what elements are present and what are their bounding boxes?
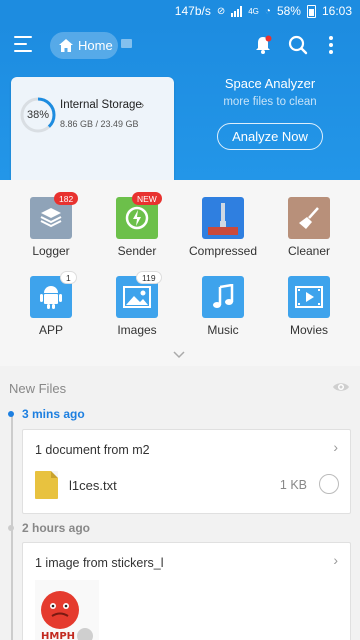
sticker-text: HMPH — [41, 631, 76, 640]
category-app[interactable]: 1 APP — [16, 259, 86, 337]
chevron-right-icon: › — [140, 97, 145, 112]
home-label: Home — [78, 38, 113, 53]
home-icon — [59, 39, 73, 52]
chevron-right-icon[interactable]: › — [333, 552, 338, 568]
category-label: Logger — [32, 244, 70, 258]
sticker-thumbnail[interactable]: HMPH — [35, 580, 99, 640]
category-label: Music — [207, 323, 239, 337]
badge-count: 119 — [136, 271, 162, 284]
badge-count: 1 — [60, 271, 77, 284]
category-label: Sender — [117, 244, 157, 258]
internal-storage-card[interactable]: 38% Internal Storage › 8.86 GB / 23.49 G… — [11, 77, 174, 186]
txt-file-icon — [35, 471, 58, 499]
group-time: 2 hours ago — [22, 521, 91, 535]
vibrate-icon: ⊘ — [216, 5, 226, 17]
analyzer-subtitle: more files to clean — [223, 96, 317, 108]
toolbar: Home — [0, 22, 360, 68]
battery-icon — [306, 4, 316, 18]
file-group-card[interactable]: 1 image from stickers_l › HMPH — [22, 542, 351, 640]
select-checkbox[interactable] — [319, 474, 339, 494]
clock: 16:03 — [321, 4, 352, 18]
category-grid: 182 Logger NEW Sender Compressed Cleaner… — [0, 180, 360, 366]
file-name[interactable]: l1ces.txt — [69, 478, 117, 493]
category-compressed[interactable]: Compressed — [188, 180, 258, 258]
signal-icon — [231, 5, 243, 17]
network-type: 4G — [248, 6, 259, 16]
analyze-now-button[interactable]: Analyze Now — [217, 123, 323, 150]
header: Home 38% Internal Storage › 8.86 GB / 23… — [0, 22, 360, 186]
search-icon[interactable] — [287, 34, 309, 56]
chevron-down-icon[interactable] — [172, 350, 186, 360]
movie-icon — [288, 276, 330, 318]
chat-icon[interactable] — [121, 39, 132, 48]
category-label: Compressed — [188, 244, 258, 258]
broom-icon — [288, 197, 330, 239]
badge-count: 182 — [54, 192, 79, 205]
storage-title: Internal Storage — [60, 99, 142, 111]
storage-percent: 38% — [26, 109, 50, 121]
music-icon — [202, 276, 244, 318]
analyzer-title: Space Analyzer — [224, 76, 316, 91]
category-label: APP — [38, 323, 63, 337]
zip-icon — [202, 197, 244, 239]
card-title: 1 image from stickers_l — [35, 556, 164, 570]
category-label: Images — [117, 323, 157, 337]
category-logger[interactable]: 182 Logger — [16, 180, 86, 258]
home-button[interactable]: Home — [50, 32, 118, 59]
eye-icon[interactable] — [332, 380, 350, 394]
network-speed: 147b/s — [174, 4, 211, 18]
wifi-icon: ◔ — [264, 5, 271, 17]
storage-size: 8.86 GB / 23.49 GB — [60, 119, 139, 129]
file-group-card[interactable]: 1 document from m2 › l1ces.txt 1 KB — [22, 429, 351, 514]
group-time: 3 mins ago — [22, 407, 85, 421]
category-label: Movies — [289, 323, 328, 337]
status-bar: 147b/s ⊘ 4G ◔ 58% 16:03 — [0, 0, 360, 22]
card-title: 1 document from m2 — [35, 443, 150, 457]
category-sender[interactable]: NEW Sender — [102, 180, 172, 258]
category-movies[interactable]: Movies — [274, 259, 344, 337]
category-music[interactable]: Music — [188, 259, 258, 337]
battery-percent: 58% — [276, 4, 301, 18]
category-images[interactable]: 119 Images — [102, 259, 172, 337]
timeline-dot — [8, 525, 14, 531]
more-vert-icon[interactable] — [320, 34, 342, 56]
new-files-title: New Files — [9, 381, 67, 396]
timeline-dot-recent — [8, 411, 14, 417]
badge-new: NEW — [132, 192, 162, 205]
category-cleaner[interactable]: Cleaner — [274, 180, 344, 258]
category-label: Cleaner — [287, 244, 331, 258]
bell-icon[interactable] — [252, 34, 274, 56]
file-size: 1 KB — [279, 478, 307, 492]
chevron-right-icon[interactable]: › — [333, 439, 338, 455]
menu-icon[interactable] — [14, 36, 34, 54]
